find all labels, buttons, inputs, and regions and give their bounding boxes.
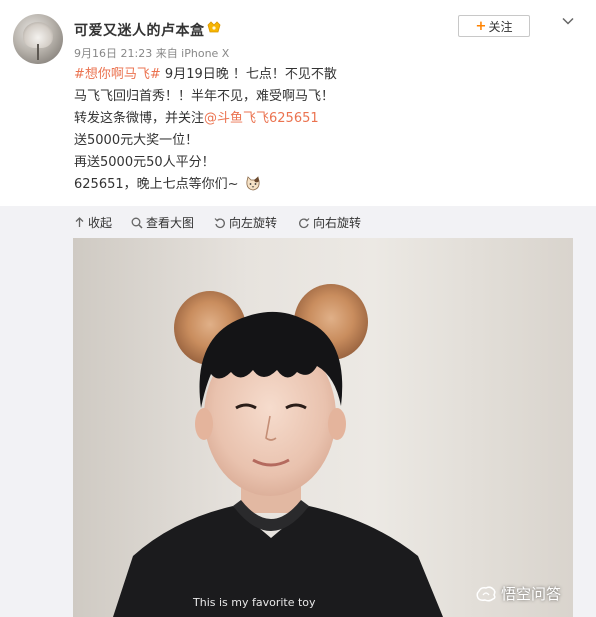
rotate-left-label: 向左旋转 xyxy=(229,216,278,230)
hashtag-link[interactable]: #想你啊马飞# xyxy=(74,67,161,82)
text-line-4: 送5000元大奖一位！ xyxy=(74,133,199,148)
post-meta: 9月16日 21:23 来自 iPhone X xyxy=(74,47,230,60)
text-line-1: 9月19日晚 ！七点！不见不散 xyxy=(160,67,337,82)
chevron-down-icon[interactable] xyxy=(561,14,575,28)
text-line-3: 转发这条微博，并关注 xyxy=(74,111,205,126)
wukong-logo-icon xyxy=(476,585,496,602)
post-photo[interactable]: This is my favorite toy xyxy=(73,238,573,617)
text-line-6: 625651，晚上七点等你们~ xyxy=(74,177,239,192)
weibo-post-card: 可爱又迷人的卢本盒 9月16日 21:23 来自 iPhone X + 关注 #… xyxy=(0,0,596,617)
zoom-icon xyxy=(131,217,143,229)
cat-emoji-icon xyxy=(246,176,260,191)
watermark-label: 悟空问答 xyxy=(501,585,562,603)
view-large-button[interactable]: 查看大图 xyxy=(131,214,194,231)
rotate-right-label: 向右旋转 xyxy=(313,216,362,230)
image-toolbar: 收起 查看大图 向左旋转 向右旋转 xyxy=(0,206,596,238)
follow-button[interactable]: + 关注 xyxy=(458,15,530,37)
post-text: #想你啊马飞# 9月19日晚 ！七点！不见不散 马飞飞回归首秀！！半年不见，难受… xyxy=(74,64,574,196)
rotate-left-button[interactable]: 向左旋转 xyxy=(214,214,277,231)
rotate-left-icon xyxy=(214,217,225,228)
shirt-text: This is my favorite toy xyxy=(192,596,316,609)
collapse-arrow-icon xyxy=(75,217,84,227)
view-large-label: 查看大图 xyxy=(146,216,195,230)
collapse-button[interactable]: 收起 xyxy=(74,214,112,231)
text-line-2: 马飞飞回归首秀！！半年不见，难受啊马飞！ xyxy=(74,89,335,104)
rotate-right-icon xyxy=(299,217,310,228)
portrait-illustration: This is my favorite toy xyxy=(113,284,443,617)
avatar[interactable] xyxy=(13,14,63,64)
plus-icon: + xyxy=(475,18,487,34)
text-line-5: 再送5000元50人平分！ xyxy=(74,155,215,170)
follow-label: 关注 xyxy=(488,19,513,34)
vip-badge-icon[interactable] xyxy=(206,20,222,34)
rotate-right-button[interactable]: 向右旋转 xyxy=(298,214,361,231)
collapse-label: 收起 xyxy=(88,216,113,230)
wukong-watermark: 悟空问答 xyxy=(475,583,561,604)
mention-link[interactable]: @斗鱼飞飞625651 xyxy=(204,111,319,126)
author-name[interactable]: 可爱又迷人的卢本盒 xyxy=(74,20,205,40)
